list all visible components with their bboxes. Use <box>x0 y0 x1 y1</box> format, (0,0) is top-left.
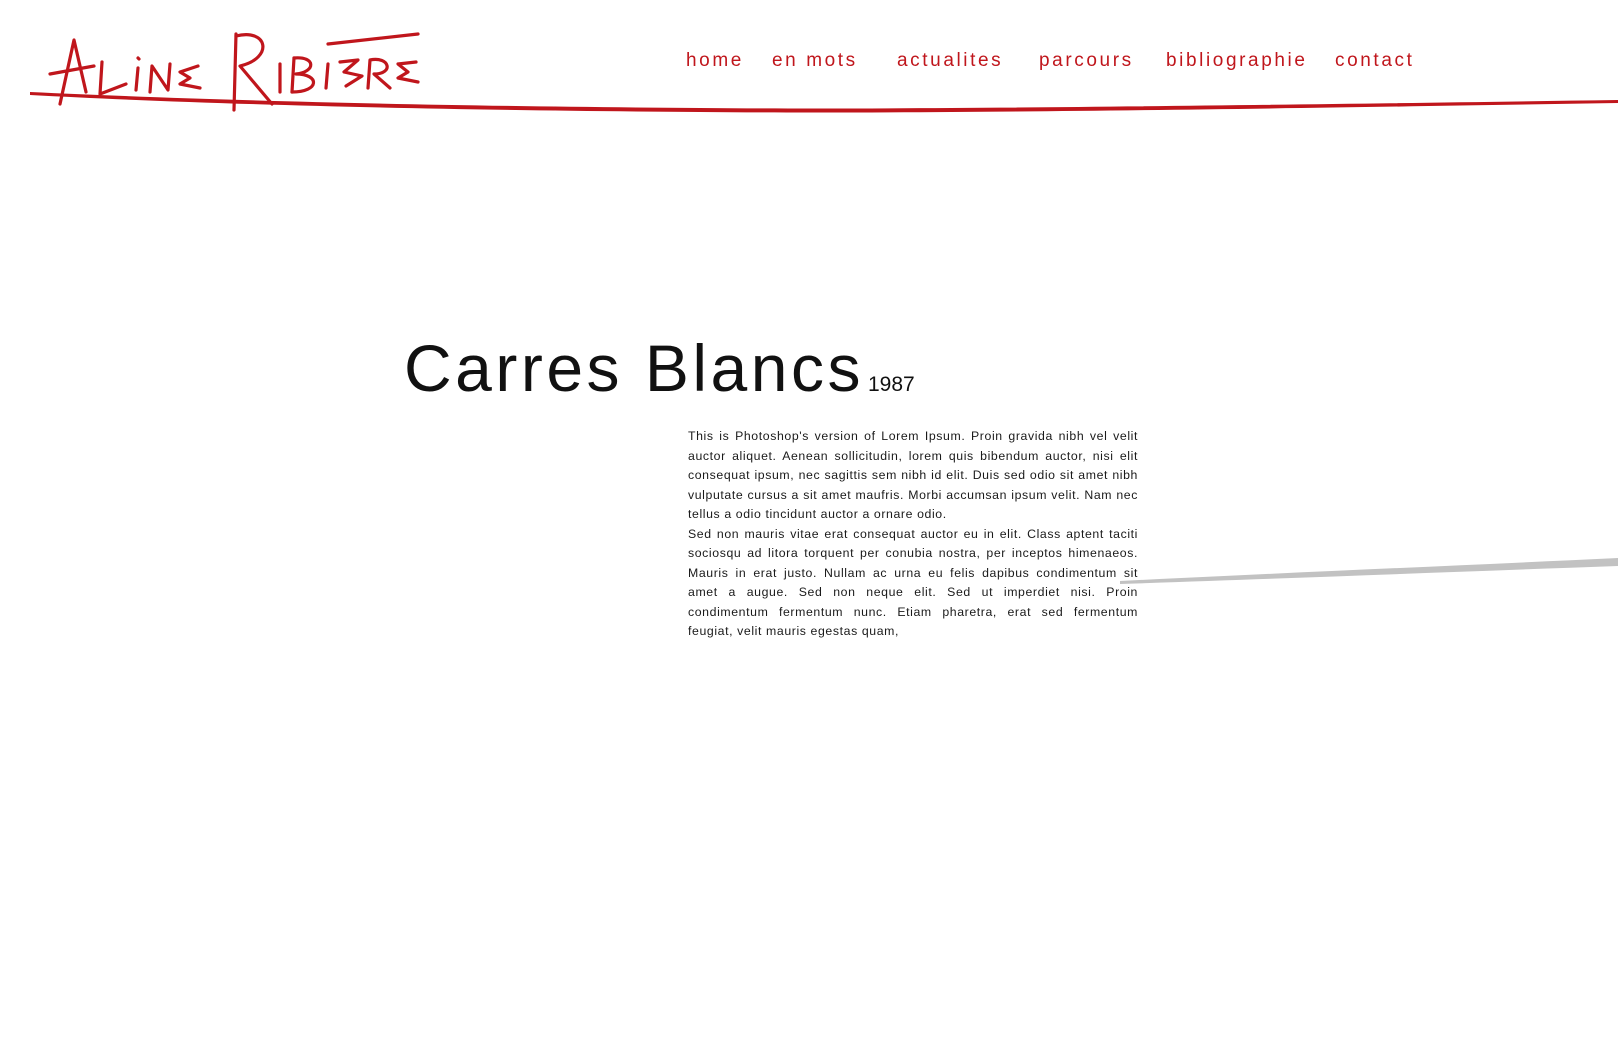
nav-contact[interactable]: contact <box>1335 50 1414 72</box>
nav-home[interactable]: home <box>686 50 744 72</box>
nav-parcours[interactable]: parcours <box>1039 50 1134 72</box>
work-heading: Carres Blancs 1987 <box>404 330 915 406</box>
work-title: Carres Blancs <box>404 331 864 405</box>
nav-bibliographie[interactable]: bibliographie <box>1166 50 1308 72</box>
aline-ribiere-logo[interactable] <box>28 22 428 116</box>
description-paragraph: This is Photoshop's version of Lorem Ips… <box>688 429 1138 521</box>
description-paragraph: Sed non mauris vitae erat consequat auct… <box>688 526 1138 639</box>
work-year: 1987 <box>867 373 915 396</box>
page: home en mots actualites parcours bibliog… <box>0 0 1618 1042</box>
nav-en-mots[interactable]: en mots <box>772 50 858 72</box>
nav-actualites[interactable]: actualites <box>897 50 1003 72</box>
work-description: This is Photoshop's version of Lorem Ips… <box>688 427 1138 642</box>
